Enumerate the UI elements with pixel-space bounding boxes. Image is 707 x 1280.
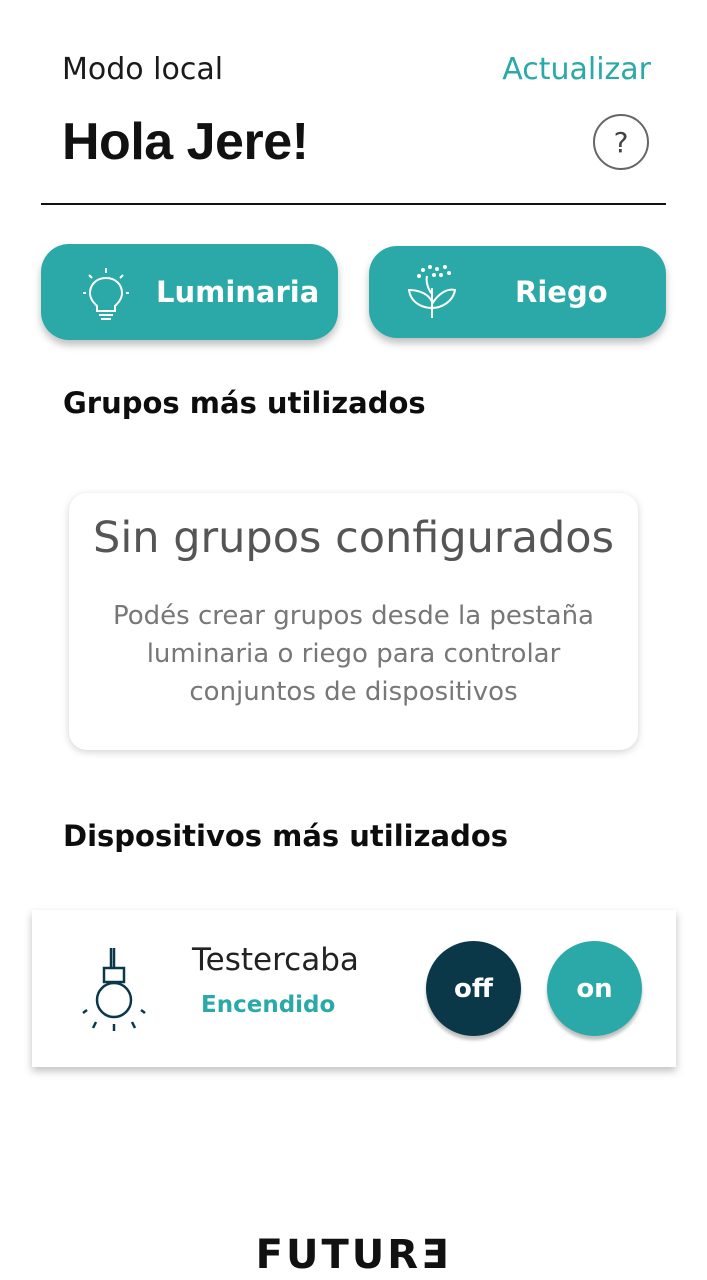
luminaria-label: Luminaria bbox=[156, 275, 320, 309]
on-button[interactable]: on bbox=[547, 941, 642, 1036]
luminaria-button[interactable]: Luminaria bbox=[41, 244, 338, 340]
empty-groups-card: Sin grupos configurados Podés crear grup… bbox=[69, 493, 638, 750]
brand-logo: FUTURƎ bbox=[255, 1232, 452, 1278]
help-icon: ? bbox=[613, 125, 629, 159]
empty-groups-description: Podés crear grupos desde la pestaña lumi… bbox=[113, 601, 594, 707]
riego-label: Riego bbox=[515, 275, 608, 309]
empty-groups-title: Sin grupos configurados bbox=[93, 513, 614, 563]
device-status: Encendido bbox=[201, 992, 336, 1018]
mode-label: Modo local bbox=[62, 52, 224, 87]
plant-sprinkle-icon bbox=[407, 265, 457, 318]
groups-section-title: Grupos más utilizados bbox=[63, 386, 426, 420]
header-divider bbox=[41, 203, 666, 205]
lightbulb-icon bbox=[83, 268, 129, 320]
off-button[interactable]: off bbox=[426, 941, 521, 1036]
devices-section-title: Dispositivos más utilizados bbox=[63, 819, 509, 853]
greeting-title: Hola Jere! bbox=[62, 113, 309, 171]
help-button[interactable]: ? bbox=[593, 114, 649, 170]
on-label: on bbox=[576, 973, 613, 1004]
hanging-bulb-icon bbox=[82, 948, 146, 1031]
device-name: Testercaba bbox=[192, 942, 359, 978]
refresh-link[interactable]: Actualizar bbox=[502, 52, 651, 87]
off-label: off bbox=[454, 973, 493, 1004]
riego-button[interactable]: Riego bbox=[369, 246, 666, 338]
device-card[interactable]: Testercaba Encendido off on bbox=[32, 910, 676, 1067]
